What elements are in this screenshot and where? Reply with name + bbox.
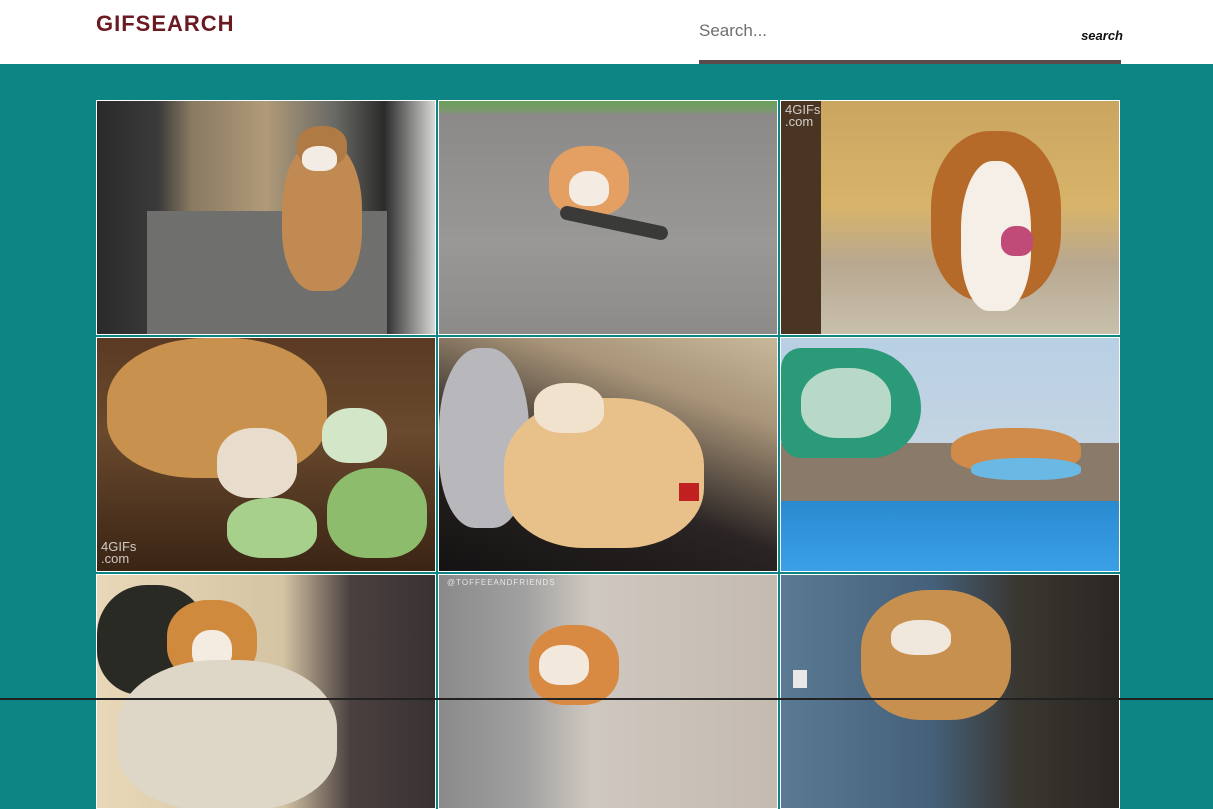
gif-result-tile[interactable]: [438, 100, 778, 335]
gif-result-tile[interactable]: 4GIFs .com: [780, 100, 1120, 335]
gif-image: [781, 575, 1119, 808]
gif-image: [439, 101, 777, 334]
gif-results-grid: 4GIFs .com 4GIFs .com: [96, 100, 1120, 809]
gif-image: [97, 575, 435, 808]
watermark: @TOFFEEANDFRIENDS: [447, 577, 556, 589]
gif-result-tile[interactable]: @TOFFEEANDFRIENDS: [438, 574, 778, 809]
gif-result-tile[interactable]: [438, 337, 778, 572]
watermark: 4GIFs .com: [101, 541, 136, 565]
gif-image: 4GIFs .com: [97, 338, 435, 571]
watermark: 4GIFs .com: [785, 104, 820, 128]
gif-image: [781, 338, 1119, 571]
logo[interactable]: GIFSEARCH: [96, 11, 235, 37]
header: GIFSEARCH search: [0, 0, 1213, 64]
gif-image: @TOFFEEANDFRIENDS: [439, 575, 777, 808]
gif-image: [97, 101, 435, 334]
gif-image: [439, 338, 777, 571]
gif-result-tile[interactable]: [780, 574, 1120, 809]
gif-result-tile[interactable]: [96, 574, 436, 809]
search-bar: search: [699, 0, 1121, 64]
gif-result-tile[interactable]: [96, 100, 436, 335]
gif-result-tile[interactable]: [780, 337, 1120, 572]
search-button[interactable]: search: [1081, 28, 1123, 43]
gif-image: 4GIFs .com: [781, 101, 1119, 334]
search-input[interactable]: [699, 14, 1079, 48]
gif-result-tile[interactable]: 4GIFs .com: [96, 337, 436, 572]
